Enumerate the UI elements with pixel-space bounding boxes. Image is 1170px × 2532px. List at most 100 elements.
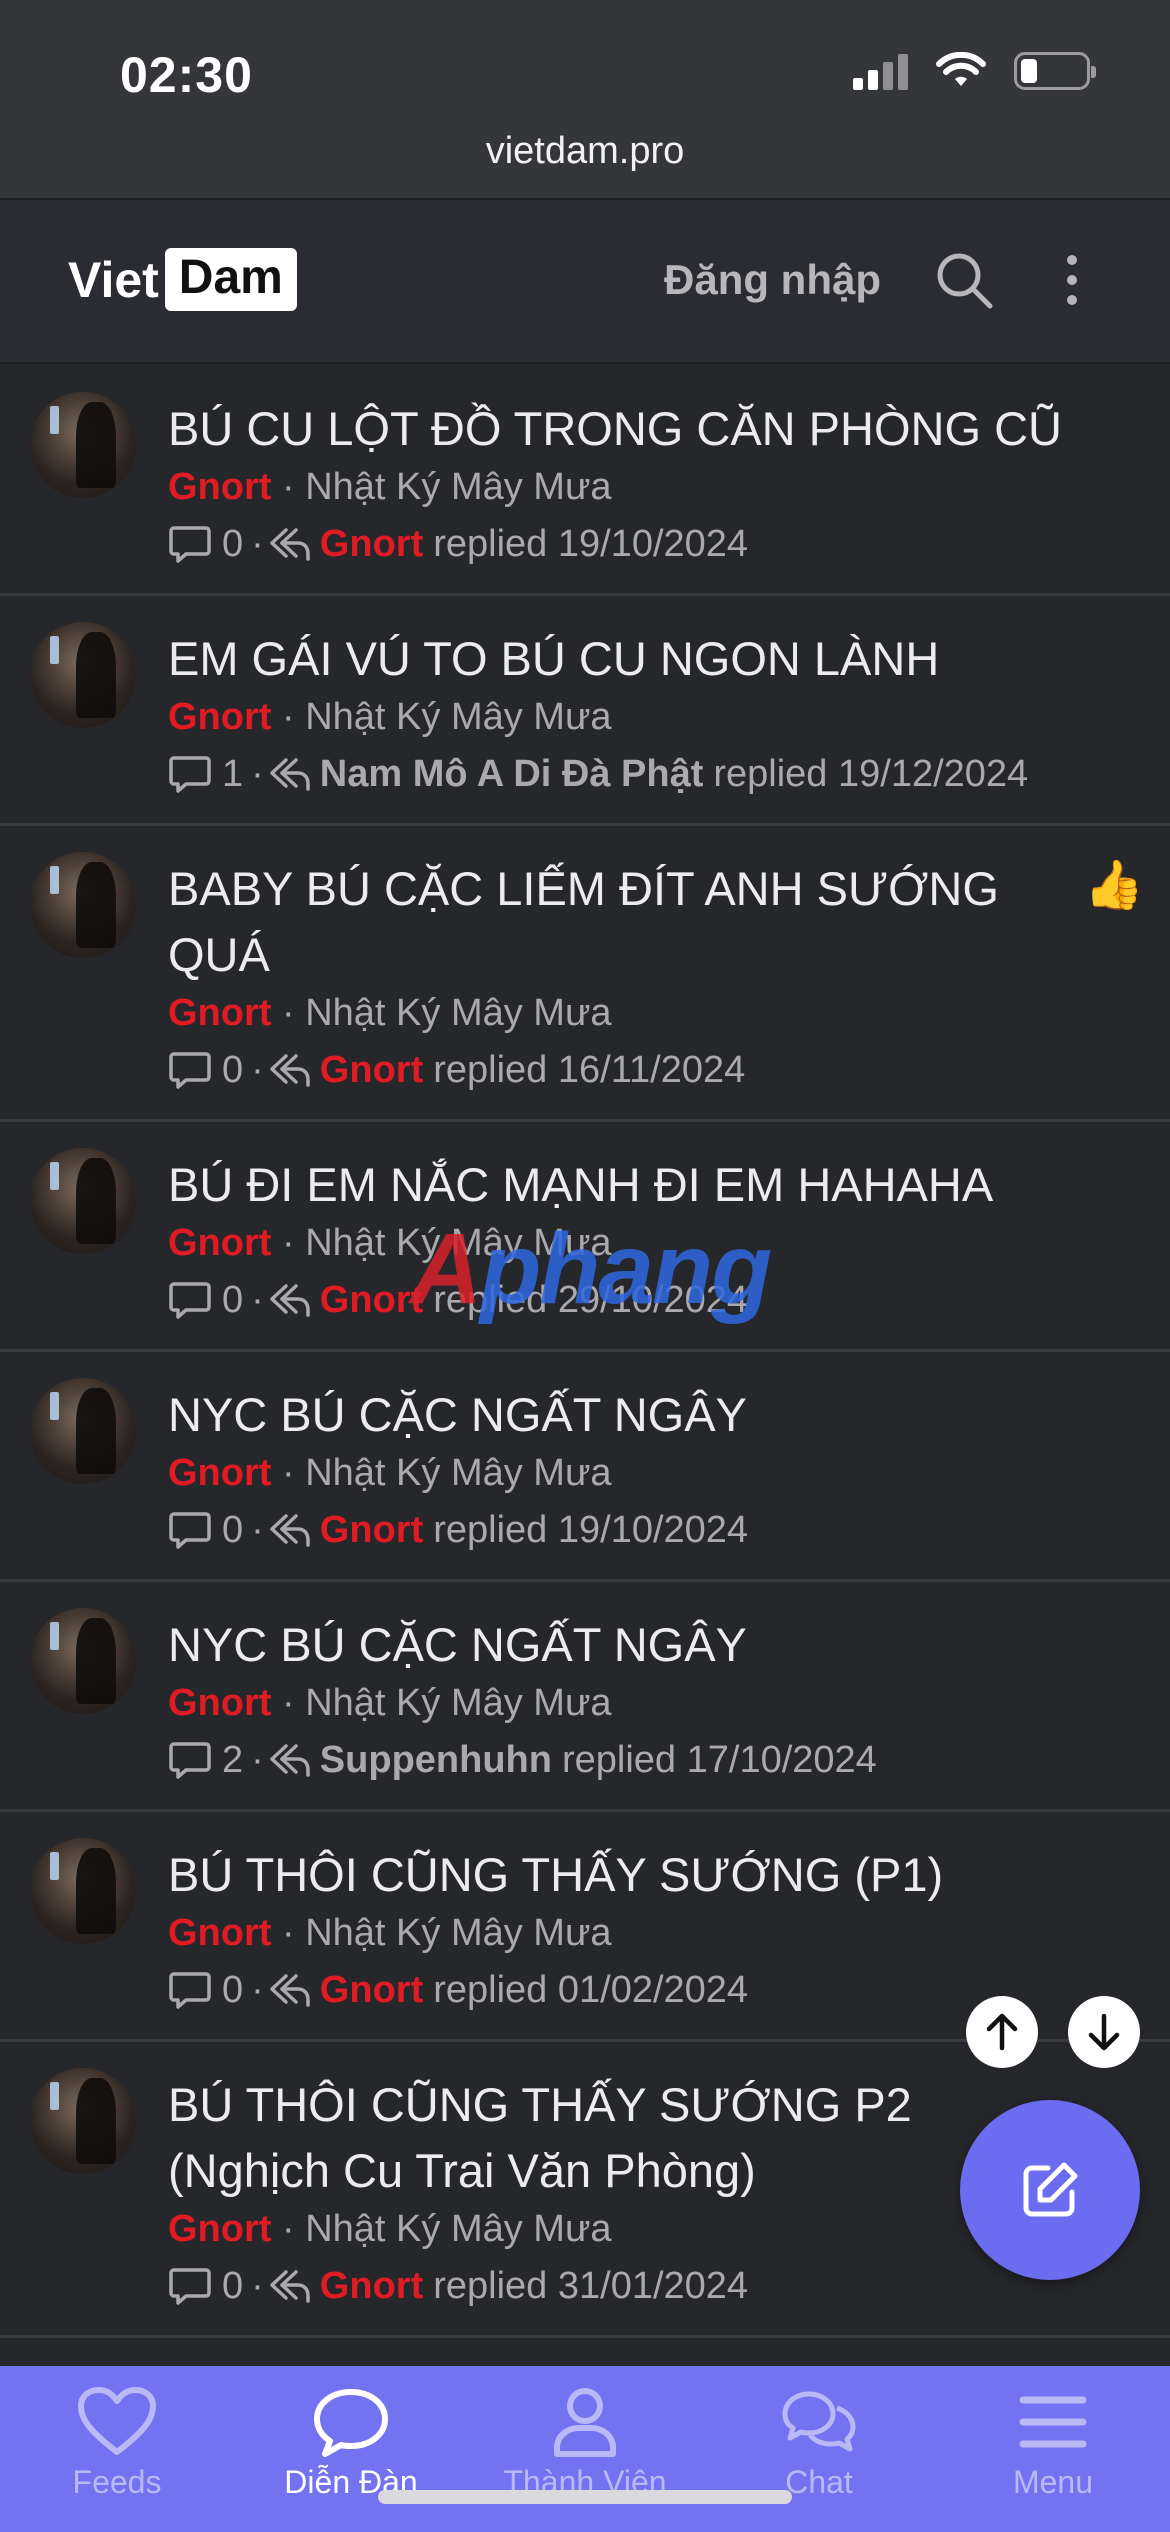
comment-icon — [169, 2268, 211, 2305]
thread-title[interactable]: NYC BÚ CẶC NGẤT NGÂY — [168, 1612, 1074, 1678]
avatar[interactable] — [30, 1838, 136, 1944]
thread-forum[interactable]: · Nhật Ký Mây Mưa — [282, 696, 612, 738]
url-bar[interactable]: vietdam.pro — [0, 130, 1170, 173]
nav-chat[interactable]: Chat — [702, 2366, 936, 2532]
last-replier[interactable]: Suppenhuhn — [320, 1732, 552, 1788]
reply-count: 0 — [222, 2265, 244, 2307]
avatar[interactable] — [30, 1148, 136, 1254]
thread-forum[interactable]: · Nhật Ký Mây Mưa — [282, 2208, 612, 2250]
thread-row[interactable]: BABY BÚ CẶC LIẾM ĐÍT ANH SƯỚNG QUÁ Gnort… — [0, 826, 1170, 1122]
reply-count: 0 — [222, 523, 244, 565]
thread-body: BÚ THÔI CŨNG THẤY SƯỚNG (P1) Gnort · Nhậ… — [168, 1812, 1170, 2018]
nav-forums[interactable]: Diễn Đàn — [234, 2366, 468, 2532]
avatar[interactable] — [30, 852, 136, 958]
thread-author[interactable]: Gnort — [168, 1912, 271, 1954]
replied-date: replied 17/10/2024 — [561, 1739, 877, 1781]
thread-title[interactable]: BABY BÚ CẶC LIẾM ĐÍT ANH SƯỚNG QUÁ — [168, 856, 1074, 988]
chat-icon — [782, 2391, 856, 2452]
last-replier[interactable]: Gnort — [320, 1502, 423, 1558]
comment-icon — [169, 1972, 211, 2009]
status-bar: 02:30 vietdam.pro — [0, 0, 1170, 200]
reply-count: 0 — [222, 1969, 244, 2011]
reply-icon — [270, 1744, 310, 1777]
thread-author[interactable]: Gnort — [168, 1452, 271, 1494]
nav-feeds[interactable]: Feeds — [0, 2366, 234, 2532]
nav-menu[interactable]: Menu — [936, 2366, 1170, 2532]
replied-date: replied 31/01/2024 — [433, 2265, 749, 2307]
avatar[interactable] — [30, 392, 136, 498]
last-replier[interactable]: Gnort — [320, 1272, 423, 1328]
reply-icon — [270, 1054, 310, 1087]
like-reaction-icon[interactable]: 👍 — [1084, 856, 1144, 913]
search-icon[interactable] — [932, 248, 996, 312]
thread-title[interactable]: BÚ THÔI CŨNG THẤY SƯỚNG P2 (Nghịch Cu Tr… — [168, 2072, 1074, 2204]
last-replier[interactable]: Nam Mô A Di Đà Phật — [320, 746, 704, 802]
separator-dot: · — [251, 523, 264, 565]
thread-forum[interactable]: · Nhật Ký Mây Mưa — [282, 992, 612, 1034]
compose-button[interactable] — [960, 2100, 1140, 2280]
thread-author[interactable]: Gnort — [168, 466, 271, 508]
thread-title[interactable]: BÚ ĐI EM NẮC MẠNH ĐI EM HAHAHA — [168, 1152, 1074, 1218]
thread-forum[interactable]: · Nhật Ký Mây Mưa — [282, 466, 612, 508]
scroll-to-top-button[interactable] — [966, 1996, 1038, 2068]
more-options-icon[interactable] — [1060, 252, 1084, 308]
thread-row[interactable]: EM GÁI VÚ TO BÚ CU NGON LÀNH Gnort · Nhậ… — [0, 596, 1170, 826]
comment-icon — [169, 1052, 211, 1089]
separator-dot: · — [251, 1049, 264, 1091]
login-link[interactable]: Đăng nhập — [664, 256, 881, 304]
wifi-icon — [936, 52, 986, 86]
thread-author[interactable]: Gnort — [168, 2208, 271, 2250]
reply-count: 2 — [222, 1739, 244, 1781]
thread-forum[interactable]: · Nhật Ký Mây Mưa — [282, 1912, 612, 1954]
thread-author[interactable]: Gnort — [168, 1222, 271, 1264]
separator-dot: · — [251, 1739, 264, 1781]
thread-author[interactable]: Gnort — [168, 1682, 271, 1724]
separator-dot: · — [251, 1279, 264, 1321]
avatar[interactable] — [30, 622, 136, 728]
reply-icon — [270, 1514, 310, 1547]
thread-stats: 0 · Gnort replied 01/02/2024 — [168, 1962, 1074, 2018]
thread-title[interactable]: EM GÁI VÚ TO BÚ CU NGON LÀNH — [168, 626, 1074, 692]
reply-icon — [270, 2270, 310, 2303]
thread-author[interactable]: Gnort — [168, 992, 271, 1034]
last-replier[interactable]: Gnort — [320, 2258, 423, 2314]
bottom-navigation: Feeds Diễn Đàn Thành Viên Chat Menu — [0, 2366, 1170, 2532]
signal-icon — [853, 52, 908, 90]
avatar[interactable] — [30, 1378, 136, 1484]
avatar[interactable] — [30, 2068, 136, 2174]
nav-members[interactable]: Thành Viên — [468, 2366, 702, 2532]
last-replier[interactable]: Gnort — [320, 516, 423, 572]
thread-forum[interactable]: · Nhật Ký Mây Mưa — [282, 1452, 612, 1494]
replied-date: replied 19/10/2024 — [433, 1509, 749, 1551]
thread-title[interactable]: NYC BÚ CẶC NGẤT NGÂY — [168, 1382, 1074, 1448]
separator-dot: · — [251, 1969, 264, 2011]
last-replier[interactable]: Gnort — [320, 1962, 423, 2018]
app-header: Viet Dam Đăng nhập — [0, 200, 1170, 364]
reply-icon — [270, 528, 310, 561]
thread-stats: 0 · Gnort replied 31/01/2024 — [168, 2258, 1074, 2314]
thread-row[interactable]: NYC BÚ CẶC NGẤT NGÂY Gnort · Nhật Ký Mây… — [0, 1352, 1170, 1582]
watermark-logo: Aphang — [410, 1212, 772, 1327]
menu-icon — [1019, 2396, 1087, 2448]
heart-icon — [78, 2387, 156, 2455]
thread-forum[interactable]: · Nhật Ký Mây Mưa — [282, 1682, 612, 1724]
replied-date: replied 19/10/2024 — [433, 523, 749, 565]
reply-count: 0 — [222, 1509, 244, 1551]
comment-icon — [169, 1282, 211, 1319]
scroll-to-bottom-button[interactable] — [1068, 1996, 1140, 2068]
thread-row[interactable]: NYC BÚ CẶC NGẤT NGÂY Gnort · Nhật Ký Mây… — [0, 1582, 1170, 1812]
thread-author[interactable]: Gnort — [168, 696, 271, 738]
thread-stats: 0 · Gnort replied 16/11/2024 — [168, 1042, 1074, 1098]
site-logo[interactable]: Viet Dam — [68, 248, 297, 311]
replied-date: replied 19/12/2024 — [713, 753, 1029, 795]
thread-title[interactable]: BÚ THÔI CŨNG THẤY SƯỚNG (P1) — [168, 1842, 1074, 1908]
edit-icon — [1023, 2162, 1078, 2217]
thread-title[interactable]: BÚ CU LỘT ĐỒ TRONG CĂN PHÒNG CŨ — [168, 396, 1074, 462]
comment-icon — [169, 526, 211, 563]
thread-meta: Gnort · Nhật Ký Mây Mưa — [168, 1908, 1074, 1958]
thread-row[interactable]: BÚ CU LỘT ĐỒ TRONG CĂN PHÒNG CŨ Gnort · … — [0, 366, 1170, 596]
arrow-down-icon — [1088, 2013, 1120, 2051]
avatar[interactable] — [30, 1608, 136, 1714]
thread-meta: Gnort · Nhật Ký Mây Mưa — [168, 2204, 1074, 2254]
last-replier[interactable]: Gnort — [320, 1042, 423, 1098]
